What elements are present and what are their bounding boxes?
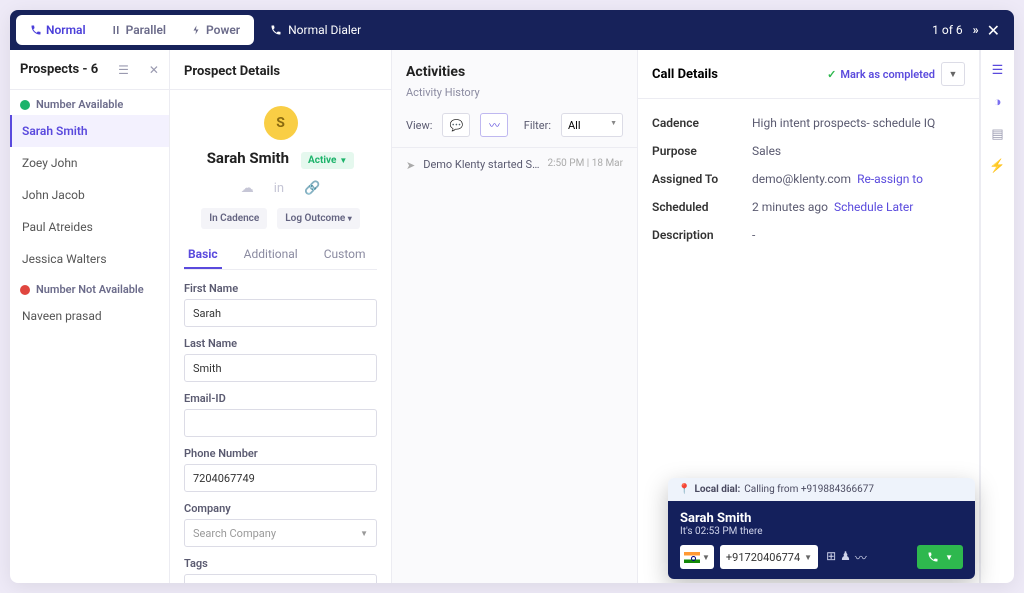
send-icon: ➤ (406, 159, 415, 172)
parallel-icon (110, 24, 122, 36)
pulse-icon[interactable]: 〰 (855, 549, 867, 566)
bolt-icon (190, 24, 202, 36)
call-button[interactable]: ▼ (917, 545, 963, 569)
mark-completed-button[interactable]: ✓Mark as completed (827, 68, 935, 81)
prospect-item[interactable]: John Jacob (10, 179, 169, 211)
rail-clock-icon[interactable]: ◑ (988, 92, 1008, 112)
activity-time: 2:50 PM | 18 Mar (548, 158, 624, 169)
tab-parallel[interactable]: Parallel (98, 17, 178, 43)
dialer-time: It's 02:53 PM there (680, 526, 963, 537)
tab-power[interactable]: Power (178, 17, 252, 43)
log-outcome-button[interactable]: Log Outcome ▾ (277, 208, 360, 229)
cloud-icon[interactable]: ☁ (241, 181, 254, 196)
tab-normal-label: Normal (46, 23, 86, 37)
tab-parallel-label: Parallel (126, 23, 166, 37)
tab-basic[interactable]: Basic (184, 241, 222, 269)
phone-icon (30, 24, 42, 36)
tags-input[interactable] (184, 574, 377, 583)
avatar: S (264, 106, 298, 140)
pin-icon: 📍 (678, 484, 690, 495)
details-title: Prospect Details (170, 50, 391, 90)
flag-india-icon (684, 552, 700, 563)
page-counter: 1 of 6 (932, 23, 962, 37)
prospect-name: Sarah Smith (207, 149, 289, 167)
company-select[interactable]: Search Company▼ (184, 519, 377, 547)
prospect-item[interactable]: Jessica Walters (10, 243, 169, 275)
prospect-item[interactable]: Paul Atreides (10, 211, 169, 243)
call-details-panel: Call Details ✓Mark as completed ▼ Cadenc… (638, 50, 980, 583)
collapse-icon[interactable]: ✕ (149, 63, 159, 77)
first-name-label: First Name (184, 282, 377, 295)
schedule-later-link[interactable]: Schedule Later (834, 200, 913, 214)
phone-input[interactable] (184, 464, 377, 492)
status-dot-red (20, 285, 30, 295)
email-label: Email-ID (184, 392, 377, 405)
link-icon[interactable]: 🔗 (304, 181, 320, 196)
linkedin-icon[interactable]: in (274, 181, 284, 196)
topbar: Normal Parallel Power Normal Dialer 1 of… (10, 10, 1014, 50)
activities-title: Activities (392, 50, 637, 86)
activities-panel: Activities Activity History View: 💬 〰 Fi… (392, 50, 638, 583)
phone-label: Phone Number (184, 447, 377, 460)
rail-bolt-icon[interactable]: ⚡ (988, 156, 1008, 176)
reassign-link[interactable]: Re-assign to (857, 172, 923, 186)
rail-list-icon[interactable]: ☰ (988, 60, 1008, 80)
prospects-panel: Prospects - 6 ☰ ✕ Number Available Sarah… (10, 50, 170, 583)
number-not-available-header: Number Not Available (10, 275, 169, 300)
phone-icon (270, 24, 282, 36)
tab-custom[interactable]: Custom (320, 241, 370, 269)
status-badge[interactable]: Active▼ (301, 152, 354, 169)
next-icon[interactable]: » (973, 23, 977, 37)
view-pulse-icon[interactable]: 〰 (480, 113, 508, 137)
filter-select[interactable]: All (561, 113, 623, 137)
number-select[interactable]: +91720406774▼ (720, 545, 818, 569)
prospect-item[interactable]: Sarah Smith (10, 115, 169, 147)
prospects-title: Prospects - 6 (20, 62, 98, 77)
local-dial-bar: 📍 Local dial: Calling from +919884366677 (668, 478, 975, 501)
prospect-details-panel: Prospect Details S Sarah Smith Active▼ ☁… (170, 50, 392, 583)
activity-text: Demo Klenty started Sarah Smit... (423, 158, 539, 171)
last-name-input[interactable] (184, 354, 377, 382)
email-input[interactable] (184, 409, 377, 437)
close-icon[interactable]: ✕ (987, 21, 1000, 40)
in-cadence-badge[interactable]: In Cadence (201, 208, 267, 229)
phone-icon (927, 551, 939, 563)
first-name-input[interactable] (184, 299, 377, 327)
dialer-widget: 📍 Local dial: Calling from +919884366677… (668, 478, 975, 579)
user-icon[interactable]: ♟ (840, 549, 851, 566)
country-select[interactable]: ▼ (680, 545, 714, 569)
company-label: Company (184, 502, 377, 515)
view-label: View: (406, 119, 432, 132)
activity-item[interactable]: ➤ Demo Klenty started Sarah Smit... 2:50… (392, 148, 637, 182)
view-chat-icon[interactable]: 💬 (442, 113, 470, 137)
activities-subtitle: Activity History (392, 86, 637, 107)
dialer-mode-label: Normal Dialer (270, 23, 361, 37)
mode-tabs: Normal Parallel Power (16, 15, 254, 45)
prospect-item[interactable]: Zoey John (10, 147, 169, 179)
call-details-title: Call Details (652, 67, 718, 82)
keypad-icon[interactable]: ⊞ (826, 549, 836, 566)
stack-icon[interactable]: ☰ (118, 63, 129, 77)
filter-label: Filter: (524, 119, 551, 132)
prospect-item[interactable]: Naveen prasad (10, 300, 169, 332)
last-name-label: Last Name (184, 337, 377, 350)
tab-power-label: Power (206, 23, 240, 37)
tab-normal[interactable]: Normal (18, 17, 98, 43)
rail-note-icon[interactable]: ▤ (988, 124, 1008, 144)
status-dot-green (20, 100, 30, 110)
number-available-header: Number Available (10, 90, 169, 115)
mark-completed-dropdown[interactable]: ▼ (941, 62, 965, 86)
right-rail: ☰ ◑ ▤ ⚡ (980, 50, 1014, 583)
tab-additional[interactable]: Additional (240, 241, 302, 269)
dialer-name: Sarah Smith (680, 511, 963, 526)
tags-label: Tags (184, 557, 377, 570)
